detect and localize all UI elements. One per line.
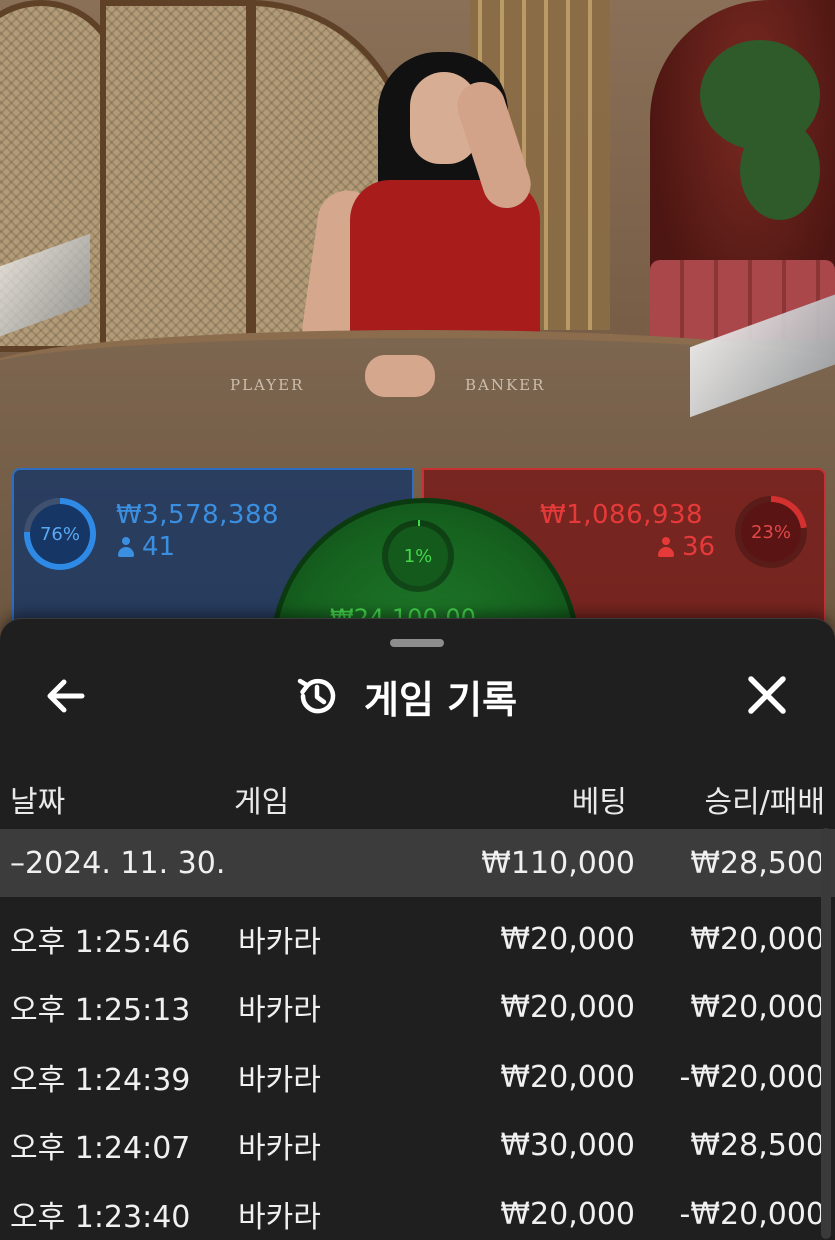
table-label-player: PLAYER <box>230 376 305 394</box>
close-icon <box>748 676 786 714</box>
row-bet: ₩20,000 <box>500 1059 635 1095</box>
table-label-banker: BANKER <box>465 376 546 394</box>
row-time: 오후 1:25:46 <box>10 925 191 960</box>
row-game: 바카라 <box>238 925 321 960</box>
history-icon <box>297 678 336 714</box>
column-header-winloss: 승리/패배 <box>704 785 825 820</box>
user-icon <box>118 537 134 557</box>
row-winloss: -₩20,000 <box>679 1196 825 1232</box>
table-row[interactable]: 오후 1:24:07 바카라 ₩30,000 ₩28,500 <box>0 1111 835 1179</box>
banker-count-value: 36 <box>682 532 716 562</box>
banker-count: 36 <box>658 532 715 562</box>
row-winloss: ₩20,000 <box>690 921 825 957</box>
player-percent-ring: 76% <box>24 498 96 570</box>
table-row[interactable]: 오후 1:24:39 바카라 ₩20,000 -₩20,000 <box>0 1043 835 1111</box>
date-group-win-total: ₩28,500 <box>690 845 825 881</box>
banker-bet-amount: ₩1,086,938 <box>540 500 704 530</box>
row-winloss: -₩20,000 <box>679 1059 825 1095</box>
sheet-header: 게임 기록 <box>294 667 517 725</box>
table-row[interactable]: 오후 1:23:40 바카라 ₩20,000 -₩20,000 <box>0 1180 835 1240</box>
row-time: 오후 1:24:07 <box>10 1131 191 1166</box>
banker-percent: 23% <box>750 521 791 543</box>
table-row[interactable]: 오후 1:25:13 바카라 ₩20,000 ₩20,000 <box>0 973 835 1041</box>
sheet-title: 게임 기록 <box>364 677 518 722</box>
row-game: 바카라 <box>238 1200 321 1235</box>
row-time: 오후 1:25:13 <box>10 993 191 1028</box>
tie-percent-ring: 1% <box>382 520 454 592</box>
player-bet-amount: ₩3,578,388 <box>116 500 280 530</box>
plant <box>740 120 820 220</box>
close-button[interactable] <box>738 669 796 723</box>
table-row[interactable]: 오후 1:25:46 바카라 ₩20,000 ₩20,000 <box>0 905 835 973</box>
dealer-hand <box>365 355 435 397</box>
banker-percent-ring: 23% <box>735 496 807 568</box>
row-game: 바카라 <box>238 993 321 1028</box>
player-count: 41 <box>118 532 175 562</box>
back-button[interactable] <box>40 673 96 719</box>
user-icon <box>658 537 674 557</box>
column-header-bet: 베팅 <box>571 785 627 820</box>
date-group-label: –2024. 11. 30. <box>10 845 226 881</box>
sheet-grabber[interactable] <box>390 639 444 647</box>
row-game: 바카라 <box>238 1131 321 1166</box>
row-game: 바카라 <box>238 1063 321 1098</box>
row-bet: ₩20,000 <box>500 989 635 1025</box>
row-bet: ₩20,000 <box>500 921 635 957</box>
row-winloss: ₩28,500 <box>690 1127 825 1163</box>
column-header-date: 날짜 <box>10 785 66 820</box>
row-bet: ₩30,000 <box>500 1127 635 1163</box>
row-time: 오후 1:23:40 <box>10 1200 191 1235</box>
row-time: 오후 1:24:39 <box>10 1063 191 1098</box>
date-group-bet-total: ₩110,000 <box>481 845 635 881</box>
date-group-row[interactable]: –2024. 11. 30. ₩110,000 ₩28,500 <box>0 829 835 897</box>
row-winloss: ₩20,000 <box>690 989 825 1025</box>
player-percent: 76% <box>39 523 80 545</box>
column-header-game: 게임 <box>234 785 290 820</box>
arrow-left-icon <box>47 679 85 713</box>
player-count-value: 41 <box>142 532 176 562</box>
tie-percent: 1% <box>403 545 433 567</box>
scrollbar[interactable] <box>821 828 831 1239</box>
rattan-panel <box>100 0 252 352</box>
game-history-sheet: 게임 기록 날짜 게임 베팅 승리/패배 –2024. 11. 30. ₩110… <box>0 618 835 1240</box>
row-bet: ₩20,000 <box>500 1196 635 1232</box>
